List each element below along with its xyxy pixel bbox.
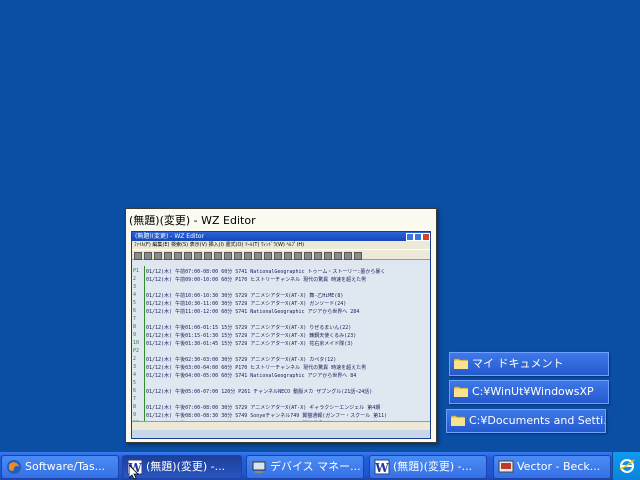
vector-icon: [498, 460, 514, 473]
firefox-icon: [7, 460, 21, 474]
editor-statusbar: [132, 421, 430, 430]
device-manager-icon: [252, 461, 266, 473]
window-preview[interactable]: (無題)(変更) - WZ Editor (無題)(変更) - WZ Edito…: [125, 208, 437, 443]
editor-toolbar: [132, 249, 430, 260]
editor-line: 01/12(木) 午後03:00-04:00 60分 P170 ヒストリーチャン…: [146, 365, 367, 371]
svg-text:W: W: [374, 461, 389, 475]
taskbar-button-vector[interactable]: Vector - Beck...: [493, 455, 611, 479]
folder-band-label: マイ ドキュメント: [472, 357, 564, 370]
taskbar-button-software[interactable]: Software/Tas...: [1, 455, 119, 479]
line-number: 6: [133, 308, 137, 314]
editor-title-text: (無題)(変更) - WZ Editor: [135, 233, 205, 240]
taskbar-button-device-manager[interactable]: デバイス マネー...: [246, 455, 364, 479]
editor-line: 01/12(木) 午後01:15-01:30 15分 S729 アニメシアターX…: [146, 333, 357, 339]
line-number: 8: [133, 404, 137, 410]
editor-titlebar: (無題)(変更) - WZ Editor: [132, 232, 430, 241]
line-number: P2: [133, 348, 140, 354]
line-number: 7: [133, 316, 137, 322]
line-number: 2: [133, 276, 137, 282]
editor-line: 01/12(木) 午後02:30-03:00 30分 S729 アニメシアターX…: [146, 357, 337, 363]
taskbar-button-label: (無題)(変更) -...: [146, 460, 226, 473]
folder-icon: [454, 358, 468, 369]
line-number: 2: [133, 356, 137, 362]
line-number: 6: [133, 388, 137, 394]
editor-line: 01/12(木) 午前11:00-12:00 60分 S741 National…: [146, 309, 360, 315]
line-number: 5: [133, 300, 137, 306]
folder-band-documents-settings[interactable]: C:¥Documents and Setti...: [446, 409, 606, 433]
line-number: 4: [133, 372, 137, 378]
line-number: 7: [133, 396, 137, 402]
editor-line: 01/12(木) 午後04:00-05:00 60分 S741 National…: [146, 373, 357, 379]
editor-line: 01/12(木) 午後07:00-08:00 30分 S729 アニメシアターX…: [146, 405, 381, 411]
taskbar-button-label: (無題)(変更) -...: [393, 460, 473, 473]
line-number: 8: [133, 324, 137, 330]
editor-line: 01/12(木) 午前07:00-08:00 60分 S741 National…: [146, 269, 386, 275]
editor-text-area: P1 01/12(木) 午前07:00-08:00 60分 S741 Nation…: [132, 266, 430, 430]
folder-band-label: C:¥Documents and Setti...: [469, 414, 606, 427]
taskbar: Software/Tas... W (無題)(変更) -... デバイス マネー…: [0, 452, 640, 480]
preview-title: (無題)(変更) - WZ Editor: [129, 214, 256, 227]
internet-explorer-icon[interactable]: [619, 458, 635, 474]
editor-line: 01/12(木) 午後01:30-01:45 15分 S729 アニメシアターX…: [146, 341, 354, 347]
editor-thumbnail: (無題)(変更) - WZ Editor ﾌｧｲﾙ(F) 編集(E) 検索(S)…: [131, 231, 431, 439]
minimize-icon: [406, 233, 414, 241]
wz-editor-icon: W: [374, 459, 390, 475]
taskbar-button-wz-editor-2[interactable]: W (無題)(変更) -...: [369, 455, 487, 479]
line-number: 9: [133, 412, 137, 418]
folder-icon: [451, 415, 465, 426]
editor-line: 01/12(木) 午前10:30-11:00 30分 S729 アニメシアターX…: [146, 301, 347, 307]
folder-band-windowsxp[interactable]: C:¥WinUt¥WindowsXP: [449, 380, 609, 404]
line-number: 3: [133, 284, 137, 290]
mouse-cursor-icon: [129, 465, 139, 480]
folder-band-my-documents[interactable]: マイ ドキュメント: [449, 352, 609, 376]
close-icon: [422, 233, 430, 241]
line-number: 4: [133, 292, 137, 298]
editor-line: 01/12(木) 午前09:00-10:00 60分 P170 ヒストリーチャン…: [146, 277, 367, 283]
editor-menubar: ﾌｧｲﾙ(F) 編集(E) 検索(S) 表示(V) 挿入(I) 書式(O) ﾂｰ…: [132, 241, 430, 249]
editor-line: 01/12(木) 午前10:00-10:30 30分 S729 アニメシアターX…: [146, 293, 344, 299]
taskbar-button-label: Software/Tas...: [25, 460, 106, 473]
line-number: 10: [133, 340, 140, 346]
taskbar-button-label: デバイス マネー...: [270, 460, 361, 473]
line-number: 5: [133, 380, 137, 386]
system-tray: [612, 452, 640, 480]
taskbar-button-label: Vector - Beck...: [517, 460, 601, 473]
folder-band-label: C:¥WinUt¥WindowsXP: [472, 385, 594, 398]
editor-line: 01/12(木) 午後05:00-07:00 120分 P261 チャンネルNE…: [146, 389, 373, 395]
editor-line: 01/12(木) 午後01:00-01:15 15分 S729 アニメシアターX…: [146, 325, 352, 331]
line-number: 9: [133, 332, 137, 338]
maximize-icon: [414, 233, 422, 241]
line-number: P1: [133, 268, 140, 274]
folder-icon: [454, 386, 468, 397]
editor-line: 01/12(木) 午後08:00-08:30 30分 S749 Sonyeチャン…: [146, 413, 388, 419]
taskbar-button-wz-editor-1[interactable]: W (無題)(変更) -...: [122, 455, 242, 479]
line-number: 3: [133, 364, 137, 370]
